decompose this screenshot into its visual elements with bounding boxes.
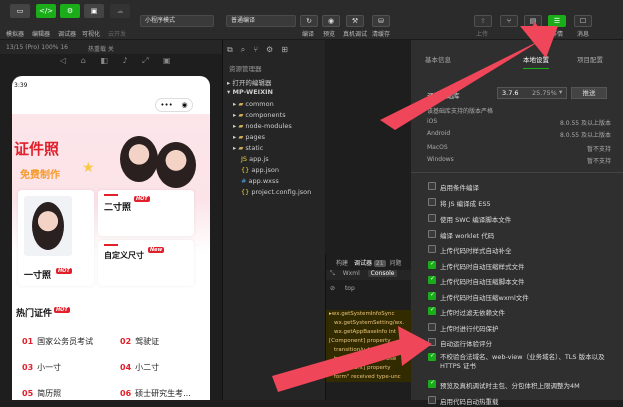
- arrow-to-domain-setting-head: [398, 326, 432, 366]
- annotation-arrows: [272, 22, 558, 392]
- arrow-to-domain-setting: [272, 338, 410, 392]
- arrow-to-details-head: [520, 26, 558, 58]
- arrow-to-details: [380, 22, 556, 130]
